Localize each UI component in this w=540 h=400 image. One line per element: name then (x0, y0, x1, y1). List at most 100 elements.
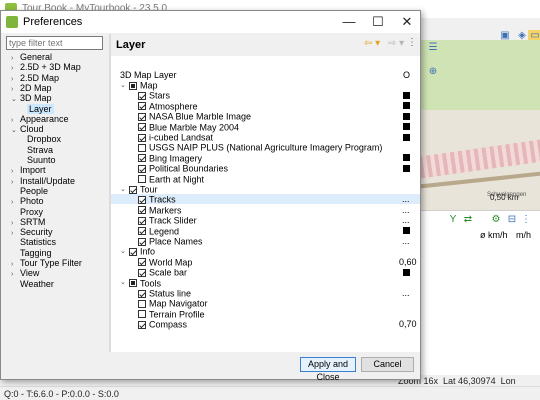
table-settings-icon[interactable]: ⚙ (489, 214, 503, 226)
layer-opacity-swatch[interactable] (403, 164, 410, 172)
sync-icon[interactable]: ⇄ (461, 214, 475, 226)
filter-icon[interactable]: Y (446, 214, 460, 226)
layer-group-row[interactable]: ⌄ Map (120, 80, 158, 91)
tree-item[interactable]: Weather (11, 279, 54, 289)
layer-settings-button[interactable]: ... (402, 194, 410, 204)
tree-item[interactable]: Dropbox (27, 134, 61, 144)
tree-item[interactable]: People (11, 186, 48, 196)
expand-arrow-icon[interactable]: ⌄ (120, 278, 129, 288)
layer-row[interactable]: Blue Marble May 2004 (138, 122, 239, 132)
column-layer-name[interactable]: 3D Map Layer (120, 70, 177, 80)
tree-item[interactable]: › Import (11, 165, 46, 175)
collapse-icon[interactable]: ⊟ (505, 214, 519, 226)
layer-opacity-swatch[interactable] (403, 227, 410, 235)
layer-opacity-swatch[interactable] (403, 123, 410, 131)
tree-item[interactable]: Statistics (11, 237, 56, 247)
layer-row[interactable]: Map Navigator (138, 298, 208, 309)
tree-item[interactable]: › Tour Type Filter (11, 258, 82, 268)
layer-row[interactable]: i-cubed Landsat (138, 132, 213, 143)
layer-opacity-swatch[interactable] (403, 102, 410, 110)
tree-item[interactable]: ⌄ Cloud (11, 124, 44, 134)
layer-checkbox[interactable] (138, 154, 146, 163)
layer-checkbox[interactable] (129, 248, 137, 257)
page-menu-icon[interactable]: ⋮ (407, 37, 417, 48)
apply-and-close-button[interactable]: Apply and Close (300, 357, 356, 382)
layer-checkbox[interactable] (138, 144, 146, 153)
tree-item[interactable]: Strava (27, 145, 53, 155)
layer-opacity-value[interactable]: 0,60 (399, 257, 417, 267)
layer-checkbox[interactable] (138, 216, 146, 225)
tree-item[interactable]: Layer (27, 103, 54, 114)
layer-settings-button[interactable]: ... (402, 205, 410, 215)
layer-row[interactable]: Terrain Profile (138, 309, 205, 319)
tree-item[interactable]: › General (11, 52, 52, 62)
layer-checkbox[interactable] (138, 175, 146, 184)
layer-checkbox[interactable] (138, 133, 146, 142)
map-view[interactable]: ⊕ ☰ Schwelgengen (421, 40, 540, 210)
layer-row[interactable]: Political Boundaries (138, 163, 228, 174)
layer-opacity-value[interactable]: 0,70 (399, 319, 417, 329)
tree-item[interactable]: › Install/Update (11, 176, 75, 186)
layer-checkbox[interactable] (138, 164, 146, 173)
filter-input[interactable] (6, 36, 103, 50)
layer-checkbox[interactable] (138, 310, 146, 319)
view-menu-icon[interactable]: ⋮ (519, 214, 533, 226)
tree-item[interactable]: › Appearance (11, 114, 69, 124)
maximize-icon[interactable]: ☐ (364, 13, 392, 31)
layer-checkbox[interactable] (138, 227, 146, 236)
layer-opacity-swatch[interactable] (403, 268, 410, 276)
tree-item[interactable]: › Security (11, 227, 53, 237)
expanded-arrow-icon[interactable]: ⌄ (11, 126, 20, 136)
layer-row[interactable]: World Map (138, 257, 192, 267)
expand-arrow-icon[interactable]: ⌄ (120, 185, 129, 195)
layer-checkbox[interactable] (129, 81, 137, 90)
layer-row[interactable]: NASA Blue Marble Image (138, 111, 251, 122)
layer-checkbox[interactable] (138, 268, 146, 277)
layer-row[interactable]: Tracks (138, 194, 176, 205)
expand-arrow-icon[interactable]: ⌄ (120, 247, 129, 257)
tree-item[interactable]: › 2.5D + 3D Map (11, 62, 81, 72)
layer-opacity-swatch[interactable] (403, 154, 410, 162)
layer-row[interactable]: Place Names (138, 236, 203, 247)
layer-row[interactable]: Atmosphere (138, 101, 198, 111)
layer-group-row[interactable]: ⌄ Tools (120, 278, 161, 288)
layer-row[interactable]: Legend (138, 226, 179, 236)
layer-checkbox[interactable] (138, 289, 146, 298)
column-speed[interactable]: ø km/h (480, 230, 508, 240)
expand-arrow-icon[interactable]: ⌄ (120, 81, 129, 91)
layer-group-row[interactable]: ⌄ Info (120, 246, 155, 257)
map-zoom-icon[interactable]: ⊕ (426, 66, 440, 78)
layer-row[interactable]: Markers (138, 205, 182, 215)
layer-row[interactable]: Compass (138, 319, 187, 330)
tree-item[interactable]: ⌄ 3D Map (11, 93, 52, 103)
column-opacity[interactable]: O (403, 70, 410, 80)
layer-opacity-swatch[interactable] (403, 91, 410, 99)
layer-opacity-swatch[interactable] (403, 112, 410, 120)
layer-checkbox[interactable] (138, 300, 146, 309)
layer-checkbox[interactable] (138, 206, 146, 215)
layer-settings-button[interactable]: ... (402, 215, 410, 225)
layer-checkbox[interactable] (138, 258, 146, 267)
layer-row[interactable]: Bing Imagery (138, 153, 202, 163)
expanded-arrow-icon[interactable]: ⌄ (11, 95, 20, 105)
layer-checkbox[interactable] (138, 237, 146, 246)
layer-row[interactable]: Status line (138, 288, 191, 299)
tree-item[interactable]: Tagging (11, 248, 52, 258)
layer-group-row[interactable]: ⌄ Tour (120, 184, 158, 195)
tree-item[interactable]: Suunto (27, 155, 56, 165)
layer-checkbox[interactable] (138, 92, 146, 101)
close-icon[interactable]: ✕ (393, 13, 421, 31)
layer-checkbox[interactable] (138, 320, 146, 329)
back-arrow-icon[interactable]: ⇦ ▾ (364, 38, 380, 49)
map-layers-icon[interactable]: ☰ (426, 42, 440, 54)
forward-arrow-icon[interactable]: ⇨ ▾ (388, 38, 404, 49)
layer-row[interactable]: Track Slider (138, 215, 197, 226)
tree-item[interactable]: Proxy (11, 207, 43, 217)
minimize-icon[interactable]: — (335, 13, 363, 31)
layer-row[interactable]: Stars (138, 90, 170, 101)
cancel-button[interactable]: Cancel (361, 357, 414, 372)
tree-item[interactable]: › Photo (11, 196, 44, 206)
layer-checkbox[interactable] (138, 123, 146, 132)
layer-settings-button[interactable]: ... (402, 288, 410, 298)
tree-item[interactable]: › 2D Map (11, 83, 52, 93)
